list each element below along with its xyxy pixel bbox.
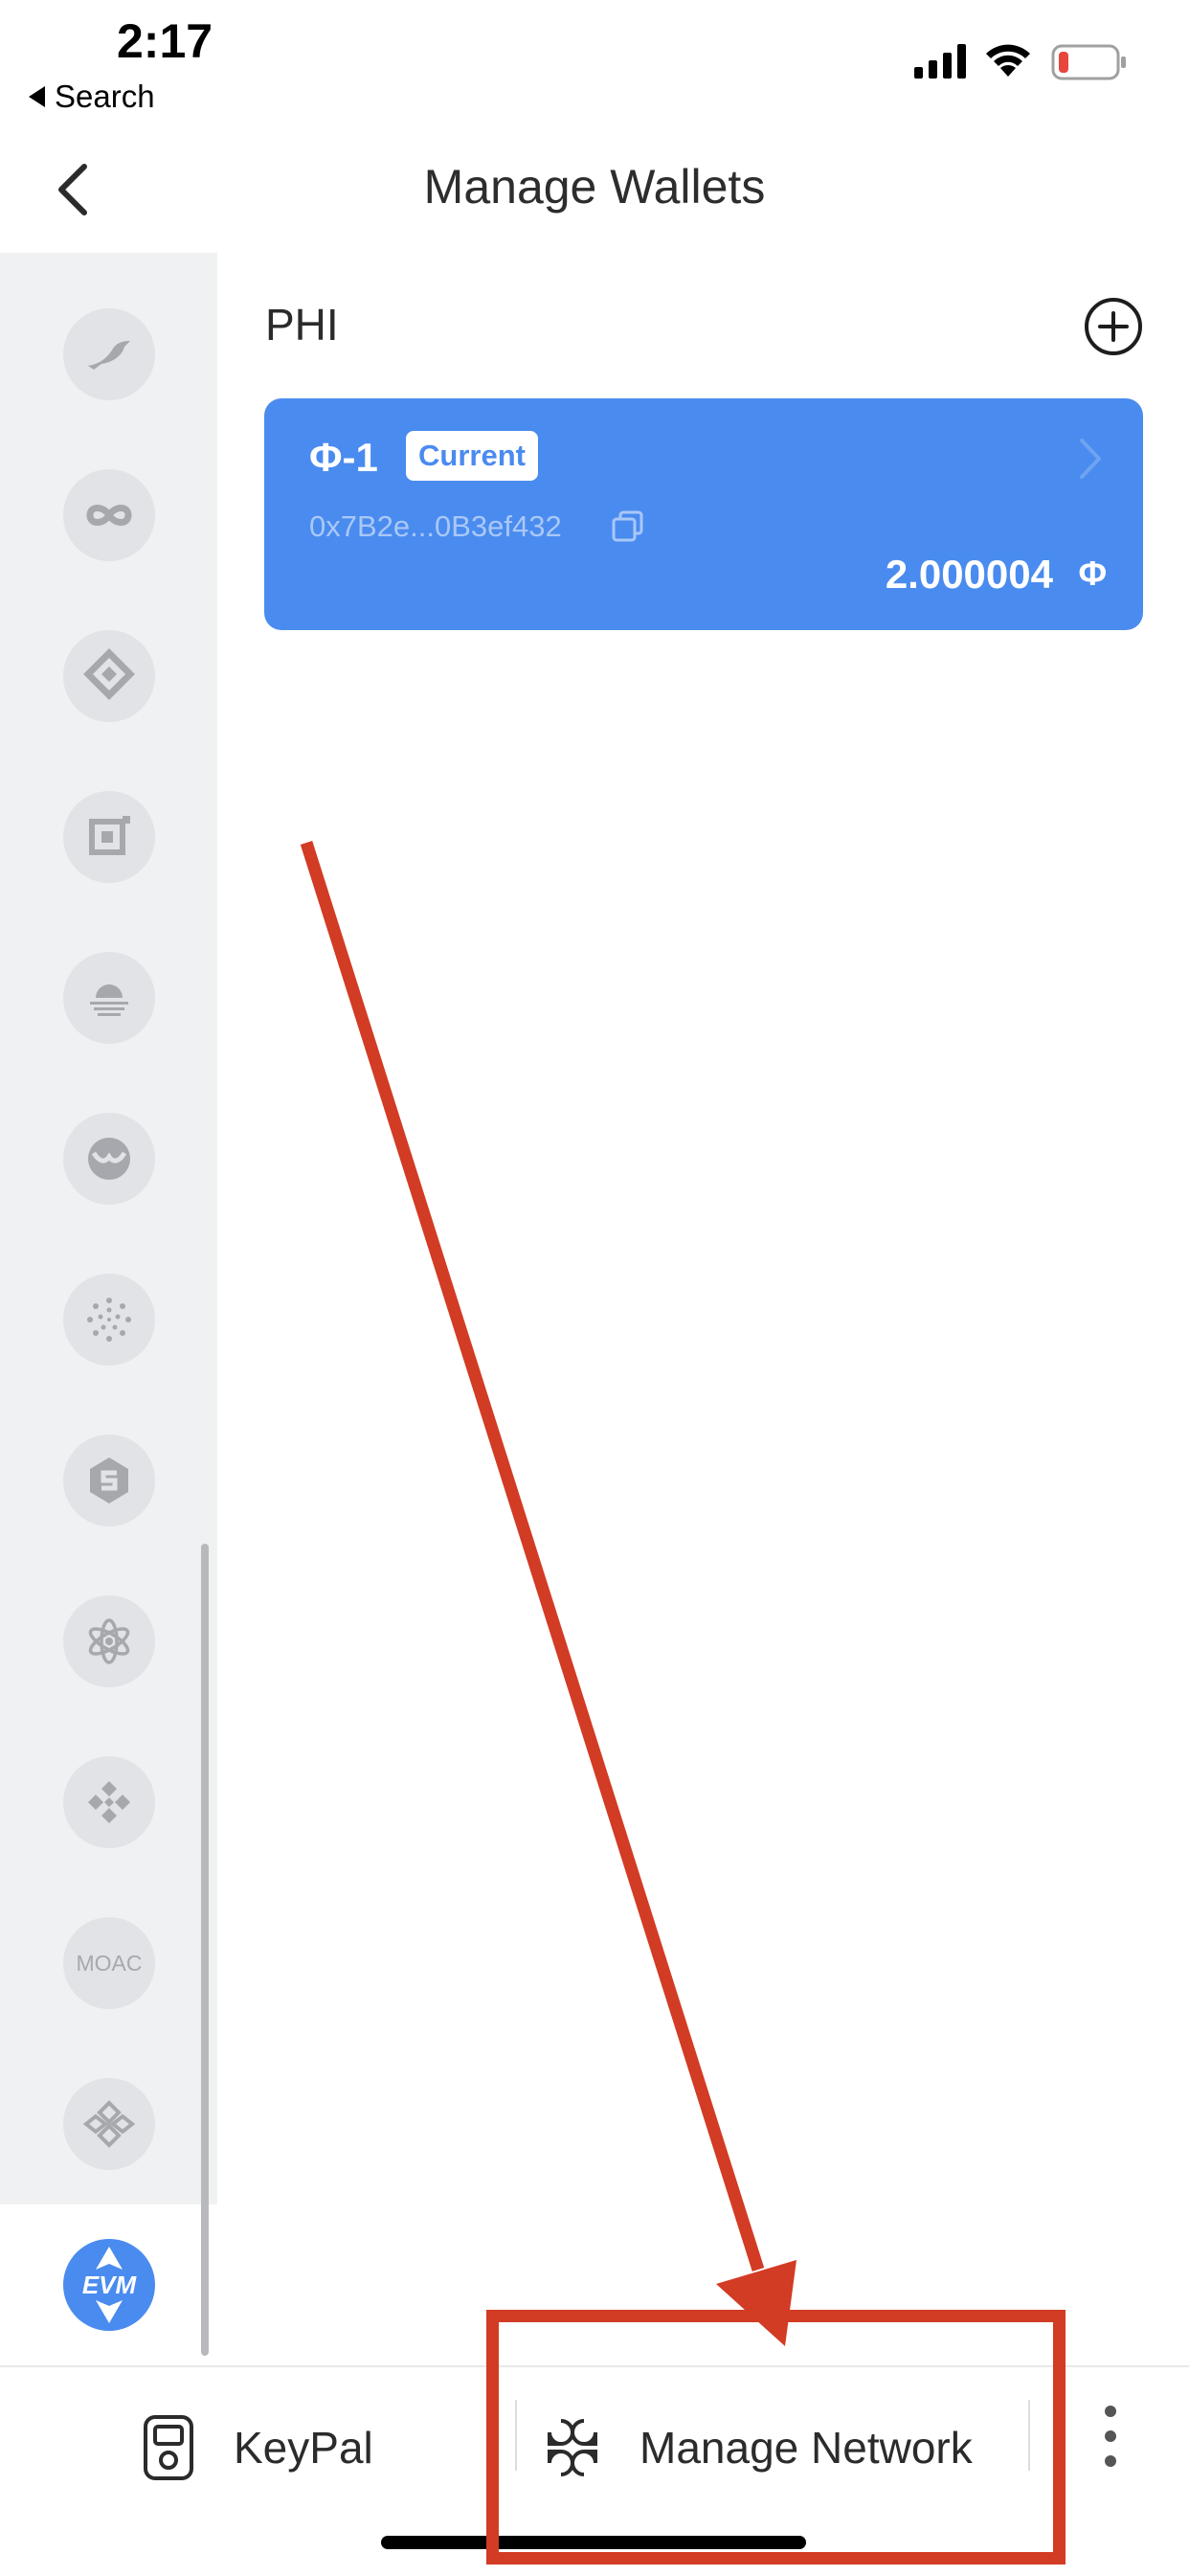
owl-coin-icon <box>88 1138 130 1180</box>
wallet-balance: 2.000004 <box>885 552 1053 597</box>
chevron-right-icon <box>1080 439 1101 479</box>
hexagon-s-coin-icon <box>90 1457 128 1503</box>
sidebar-coin-atom[interactable] <box>63 1595 155 1687</box>
chain-name: PHI <box>265 300 339 350</box>
cellular-signal-icon <box>914 44 966 79</box>
back-triangle-icon <box>29 86 45 107</box>
sidebar-coin-bird[interactable] <box>63 308 155 400</box>
sidebar-coin-infinity[interactable] <box>63 469 155 561</box>
wallet-address: 0x7B2e...0B3ef432 <box>309 509 562 543</box>
wallet-unit: Φ <box>1078 554 1107 593</box>
knot-coin-icon <box>82 2100 136 2148</box>
keypal-button[interactable]: KeyPal <box>142 2400 373 2496</box>
wifi-icon <box>986 44 1030 77</box>
battery-low-icon <box>1051 44 1126 80</box>
status-time: 2:17 <box>117 14 213 68</box>
atom-coin-icon <box>88 1618 130 1664</box>
highlight-box-annotation <box>486 2310 1066 2565</box>
keypal-device-icon <box>144 2415 193 2480</box>
diamond-coin-icon <box>83 648 135 700</box>
binance-coin-icon <box>88 1781 130 1823</box>
sidebar-coin-hexagon[interactable] <box>63 1435 155 1526</box>
current-badge: Current <box>406 431 538 481</box>
copy-icon[interactable] <box>611 509 645 544</box>
sunset-coin-icon <box>90 984 128 1016</box>
coin-label: MOAC <box>76 1950 143 1976</box>
back-to-app-link[interactable]: Search <box>29 79 155 115</box>
sidebar-coin-moac[interactable]: MOAC <box>63 1917 155 2009</box>
wallet-name: Φ-1 <box>309 435 378 480</box>
plus-circle-icon[interactable] <box>1084 297 1143 356</box>
bird-coin-icon <box>88 341 130 370</box>
infinity-coin-icon <box>86 505 132 526</box>
sidebar-coin-evm[interactable]: EVM <box>63 2239 155 2331</box>
wallet-card[interactable]: Φ-1 Current 0x7B2e...0B3ef432 2.000004 Φ <box>264 398 1143 630</box>
page-title: Manage Wallets <box>423 160 766 214</box>
more-vertical-icon[interactable] <box>1091 2404 1130 2469</box>
sidebar-coin-knot[interactable] <box>63 2078 155 2170</box>
dotted-spiral-coin-icon <box>87 1298 131 1342</box>
sidebar-coin-owl[interactable] <box>63 1113 155 1205</box>
sidebar-coin-sunset[interactable] <box>63 952 155 1044</box>
sidebar-coin-square[interactable] <box>63 791 155 883</box>
coin-label: EVM <box>81 2270 137 2299</box>
sidebar-scrollbar[interactable] <box>201 1544 209 2356</box>
keypal-label: KeyPal <box>234 2423 373 2473</box>
back-app-label: Search <box>55 79 155 114</box>
sidebar-coin-binance[interactable] <box>63 1756 155 1848</box>
square-frame-coin-icon <box>89 816 130 855</box>
sidebar-coin-diamond[interactable] <box>63 630 155 722</box>
sidebar-coin-spiral[interactable] <box>63 1274 155 1366</box>
